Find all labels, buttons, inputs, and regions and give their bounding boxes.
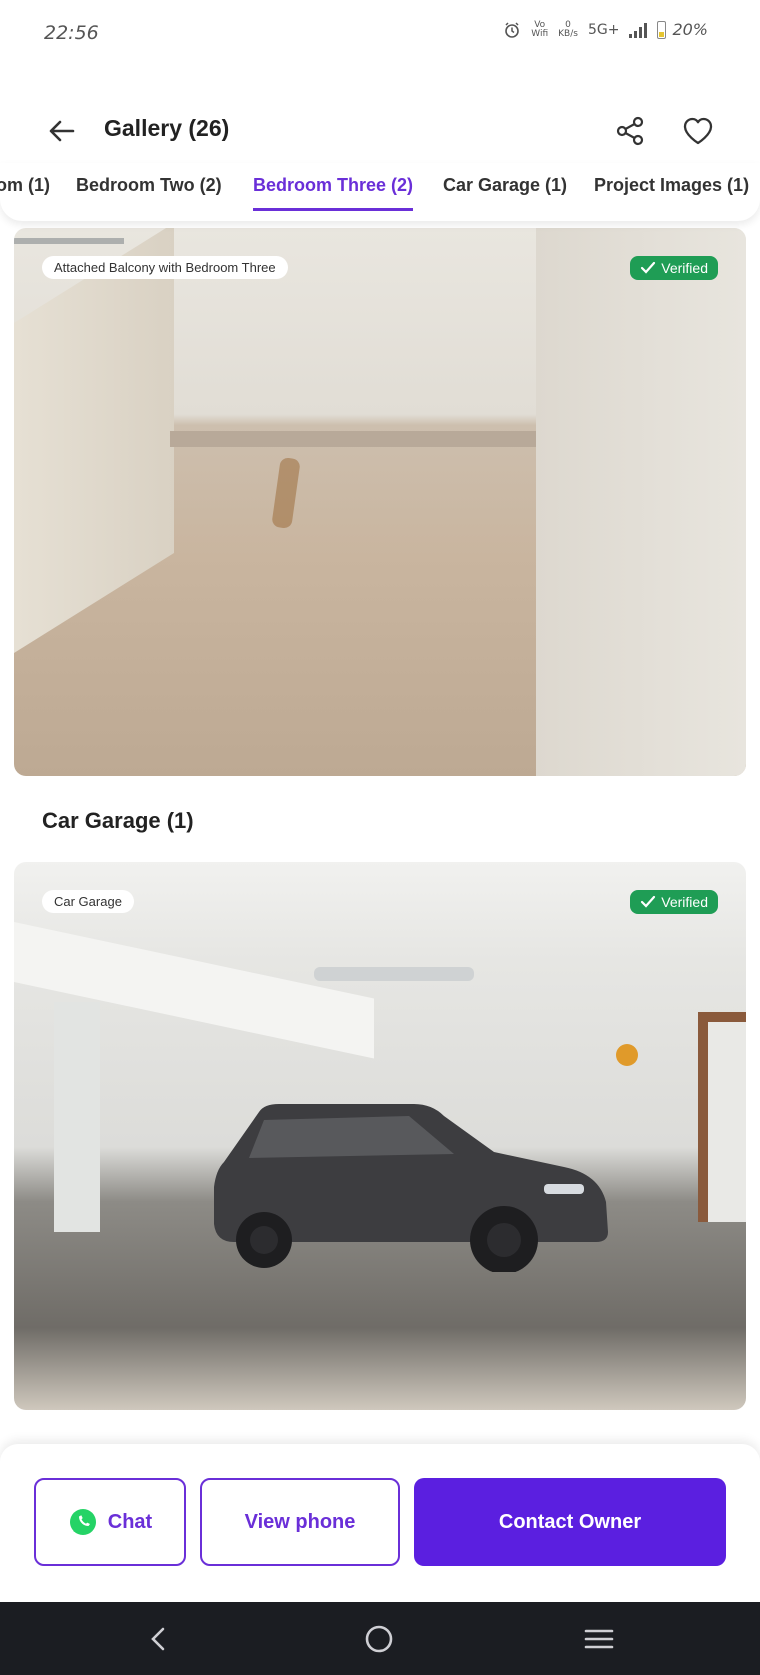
gallery-tabs: om (1) Bedroom Two (2) Bedroom Three (2)… [0, 163, 760, 221]
app-header: Gallery (26) [0, 95, 760, 163]
system-nav-bar [0, 1602, 760, 1675]
menu-lines-icon [584, 1629, 614, 1649]
tab-bedroom-three[interactable]: Bedroom Three (2) [253, 175, 414, 211]
share-button[interactable] [608, 109, 652, 153]
chat-label: Chat [107, 1510, 153, 1533]
nav-recents-button[interactable] [576, 1616, 622, 1662]
net-speed-unit: KB/s [558, 28, 578, 39]
alarm-icon [505, 21, 520, 38]
circle-home-icon [365, 1625, 393, 1653]
network-type: 5G+ [587, 21, 620, 38]
view-phone-button[interactable]: View phone [200, 1478, 400, 1566]
garage-pipe [314, 967, 474, 981]
contact-owner-button[interactable]: Contact Owner [414, 1478, 726, 1566]
nav-home-button[interactable] [356, 1616, 402, 1662]
whatsapp-icon [69, 1509, 96, 1535]
verified-label: Verified [661, 260, 708, 276]
verified-label: Verified [661, 894, 708, 910]
back-button[interactable] [40, 109, 84, 153]
garage-photo[interactable]: Car Garage Verified [14, 862, 746, 1410]
action-bar: Chat View phone Contact Owner [0, 1444, 760, 1602]
check-icon [641, 261, 656, 274]
tab-bedroom-two[interactable]: Bedroom Two (2) [76, 175, 222, 208]
verified-badge: Verified [630, 890, 718, 914]
battery-percent: 20% [672, 20, 708, 39]
nav-back-button[interactable] [136, 1616, 182, 1662]
balcony-photo[interactable]: Attached Balcony with Bedroom Three Veri… [14, 228, 746, 776]
status-bar: 22:56 Vo Wifi 0 KB/s 5G+ 20% [0, 0, 760, 70]
floor-stain [271, 456, 301, 530]
car-image [214, 1104, 608, 1272]
tab-bedroom-one[interactable]: om (1) [0, 175, 50, 208]
battery-icon [657, 20, 667, 39]
vowifi-bottom: Wifi [531, 28, 549, 39]
share-icon [616, 116, 644, 146]
photo-tag: Attached Balcony with Bedroom Three [42, 256, 288, 279]
balcony-right-wall [536, 228, 746, 776]
chat-button[interactable]: Chat [34, 1478, 186, 1566]
garage-doorway [708, 1022, 746, 1222]
heart-icon [683, 117, 713, 145]
favorite-button[interactable] [676, 109, 720, 153]
garage-pillar [54, 1002, 100, 1232]
verified-badge: Verified [630, 256, 718, 280]
net-speed: 0 KB/s [558, 20, 578, 39]
battery-status: 20% [657, 20, 708, 39]
page-title: Gallery (26) [104, 115, 230, 141]
signal-icon [629, 22, 648, 38]
status-time: 22:56 [44, 22, 99, 44]
arrow-left-icon [49, 120, 75, 142]
check-icon [641, 895, 656, 908]
balcony-baseboard [170, 431, 550, 447]
garage-sign [616, 1044, 638, 1066]
photo-tag: Car Garage [42, 890, 134, 913]
tab-car-garage[interactable]: Car Garage (1) [443, 175, 567, 208]
chevron-left-icon [151, 1627, 165, 1651]
vowifi-indicator: Vo Wifi [531, 20, 549, 39]
section-title-car-garage: Car Garage (1) [42, 808, 194, 833]
tab-project-images[interactable]: Project Images (1) [594, 175, 749, 208]
status-icons: Vo Wifi 0 KB/s 5G+ 20% [503, 20, 708, 39]
